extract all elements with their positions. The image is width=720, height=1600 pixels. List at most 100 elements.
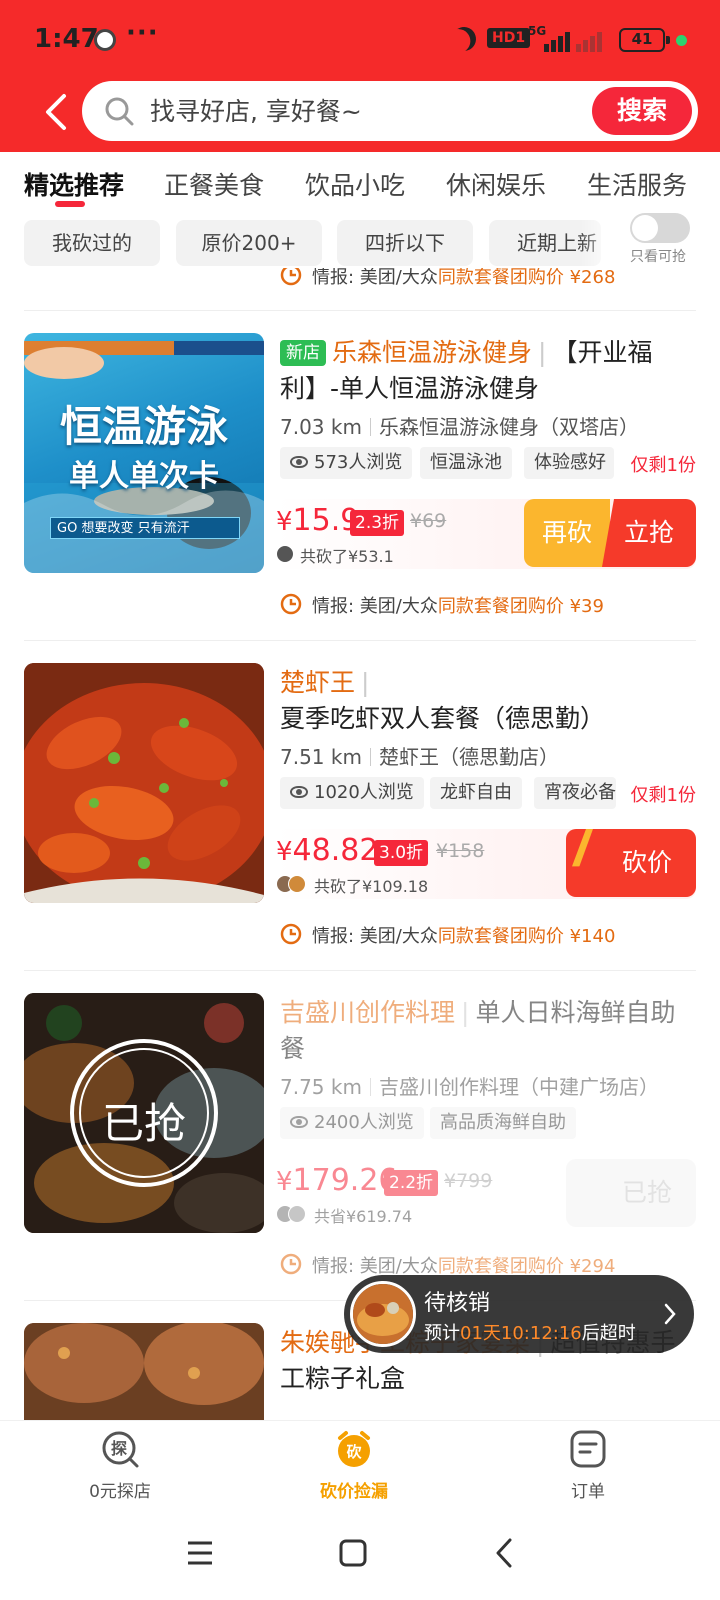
filter-fade: [580, 212, 620, 272]
current-price: ¥179.26: [276, 1163, 398, 1198]
intel-price: ¥268: [569, 268, 616, 288]
deal-meta: 7.51 km 楚虾王（德思勤店）: [280, 741, 559, 770]
battery-icon: 41: [619, 28, 670, 52]
price-row: ¥15.9 2.3折 ¥69 共砍了¥53.1 再砍 立抢: [276, 499, 696, 569]
chevron-right-icon: [664, 1303, 676, 1325]
eye-icon: [290, 786, 308, 798]
feature-tag: 龙虾自由: [430, 777, 522, 809]
grab-now-button[interactable]: 立抢: [602, 499, 696, 567]
nav-orders[interactable]: 订单: [508, 1429, 668, 1502]
filter-original-200plus[interactable]: 原价200+: [176, 220, 322, 266]
tab-meals[interactable]: 正餐美食: [164, 166, 264, 202]
tab-drinks-snacks[interactable]: 饮品小吃: [305, 166, 405, 202]
svg-text:砍: 砍: [346, 1443, 362, 1461]
bargained-amount: 共砍了¥109.18: [314, 877, 429, 896]
discount-badge: 2.3折: [350, 510, 405, 536]
pending-deal-thumbnail: [350, 1281, 416, 1347]
status-time: 1:47: [34, 24, 99, 54]
nav-label: 0元探店: [89, 1482, 151, 1502]
signal-icon: [530, 26, 606, 52]
grabbed-button: 已抢: [566, 1159, 696, 1227]
intel-link[interactable]: 同款套餐团购价: [438, 1256, 564, 1277]
original-price: ¥69: [410, 510, 447, 532]
deal-image: 已抢: [24, 993, 264, 1233]
category-tabs: 精选推荐 正餐美食 饮品小吃 休闲娱乐 生活服务: [0, 152, 720, 214]
available-only-toggle[interactable]: [630, 213, 690, 243]
tab-life-services[interactable]: 生活服务: [587, 166, 687, 202]
eye-icon: [290, 1116, 308, 1128]
deal-image: 恒温游泳 单人单次卡 GO 想要改变 只有流汗: [24, 333, 264, 573]
bottom-navigation: 探 0元探店 砍 砍价捡漏 订单: [0, 1420, 720, 1512]
explore-icon: 探: [102, 1431, 139, 1468]
nav-bargain[interactable]: 砍 砍价捡漏: [274, 1429, 434, 1502]
image-banner: GO 想要改变 只有流汗: [50, 517, 240, 539]
deal-card[interactable]: 楚虾王 |夏季吃虾双人套餐（德思勤） 7.51 km 楚虾王（德思勤店） 1020人…: [0, 663, 720, 993]
pending-redemption-banner[interactable]: 待核销 预计01天10:12:16后超时: [344, 1275, 694, 1353]
sold-stamp: 已抢: [101, 1099, 186, 1148]
original-price: ¥158: [436, 840, 485, 862]
discount-badge: 2.2折: [384, 1170, 439, 1196]
settings-notification-icon: [94, 29, 116, 51]
active-tab-indicator: [55, 201, 85, 207]
divider: [24, 310, 696, 311]
price-row: ¥179.26 2.2折 ¥799 共省¥619.74 已抢: [276, 1159, 696, 1229]
shop-name: 楚虾王: [280, 668, 356, 697]
app-root: 1:47 ··· HD1 5G 41 搜索 精选推荐: [0, 0, 720, 1600]
nav-label: 订单: [571, 1482, 605, 1502]
filter-under-40pct[interactable]: 四折以下: [337, 220, 473, 266]
feature-tag: 恒温泳池: [420, 447, 512, 479]
search-input[interactable]: [150, 90, 550, 132]
intel-link[interactable]: 同款套餐团购价: [438, 596, 564, 617]
bargain-again-button[interactable]: 再砍: [524, 499, 610, 567]
zongzi-illustration: [24, 1323, 264, 1420]
intel-link[interactable]: 同款套餐团购价: [438, 926, 564, 947]
intel-link[interactable]: 同款套餐团购价: [438, 268, 564, 288]
system-navigation-bar: [0, 1512, 720, 1600]
image-headline: 恒温游泳: [59, 402, 228, 451]
tab-leisure[interactable]: 休闲娱乐: [446, 166, 546, 202]
feature-tag: 高品质海鲜自助: [430, 1107, 576, 1139]
system-back-icon[interactable]: [494, 1538, 514, 1568]
charging-dot-icon: [676, 35, 687, 46]
home-icon[interactable]: [339, 1539, 367, 1567]
status-bar: 1:47 ··· HD1 5G 41: [0, 0, 720, 82]
recent-apps-icon[interactable]: [186, 1540, 214, 1566]
distance: 7.03 km: [280, 415, 362, 439]
order-list-icon: [570, 1430, 606, 1468]
deal-name: 夏季吃虾双人套餐（德思勤）: [280, 704, 606, 733]
deal-title: 新店 乐森恒温游泳健身 | 【开业福利】-单人恒温游泳健身: [280, 338, 653, 403]
search-button[interactable]: 搜索: [592, 87, 692, 135]
eye-icon: [290, 456, 308, 468]
views-tag: 1020人浏览: [280, 777, 424, 809]
intel-icon: [280, 1253, 302, 1275]
deal-title: 楚虾王 |夏季吃虾双人套餐（德思勤）: [280, 668, 606, 733]
countdown-time: 01天10:12:16: [460, 1323, 582, 1344]
available-only-label: 只看可抢: [630, 249, 686, 265]
more-notifications-icon: ···: [126, 18, 159, 48]
image-subheadline: 单人单次卡: [69, 459, 219, 494]
back-arrow-icon[interactable]: [38, 92, 78, 132]
store-name: 楚虾王（德思勤店）: [378, 745, 559, 769]
deal-card[interactable]: 恒温游泳 单人单次卡 GO 想要改变 只有流汗 新店 乐森恒温游泳健身 | 【开业福利…: [0, 333, 720, 663]
intel-icon: [280, 593, 302, 615]
lightning-icon: [572, 829, 610, 897]
intel-icon: [280, 923, 302, 945]
alarm-clock-icon: 砍: [338, 1431, 370, 1467]
svg-text:探: 探: [111, 1439, 127, 1458]
bargained-amount: 共砍了¥53.1: [300, 547, 394, 566]
discount-badge: 3.0折: [374, 840, 429, 866]
distance: 7.75 km: [280, 1075, 362, 1099]
views-tag: 573人浏览: [280, 447, 413, 479]
search-bar: 搜索: [82, 81, 698, 141]
tab-featured[interactable]: 精选推荐: [24, 166, 124, 202]
nav-label: 砍价捡漏: [320, 1482, 388, 1502]
deal-card[interactable]: 已抢 吉盛川创作料理 | 单人日料海鲜自助餐 7.75 km 吉盛川创作料理（中建广场…: [0, 993, 720, 1323]
bargain-button[interactable]: 砍价: [566, 829, 696, 897]
intel-icon: [280, 268, 302, 286]
intel-prefix: 情报: 美团/大众: [312, 268, 438, 288]
nav-free-explore[interactable]: 探 0元探店: [40, 1429, 200, 1502]
distance: 7.51 km: [280, 745, 362, 769]
deal-list: 情报: 美团/大众同款套餐团购价 ¥268 恒温游泳 单人单次卡 GO 想要改变…: [0, 268, 720, 1420]
current-price: ¥15.9: [276, 503, 360, 538]
filter-bargained[interactable]: 我砍过的: [24, 220, 160, 266]
